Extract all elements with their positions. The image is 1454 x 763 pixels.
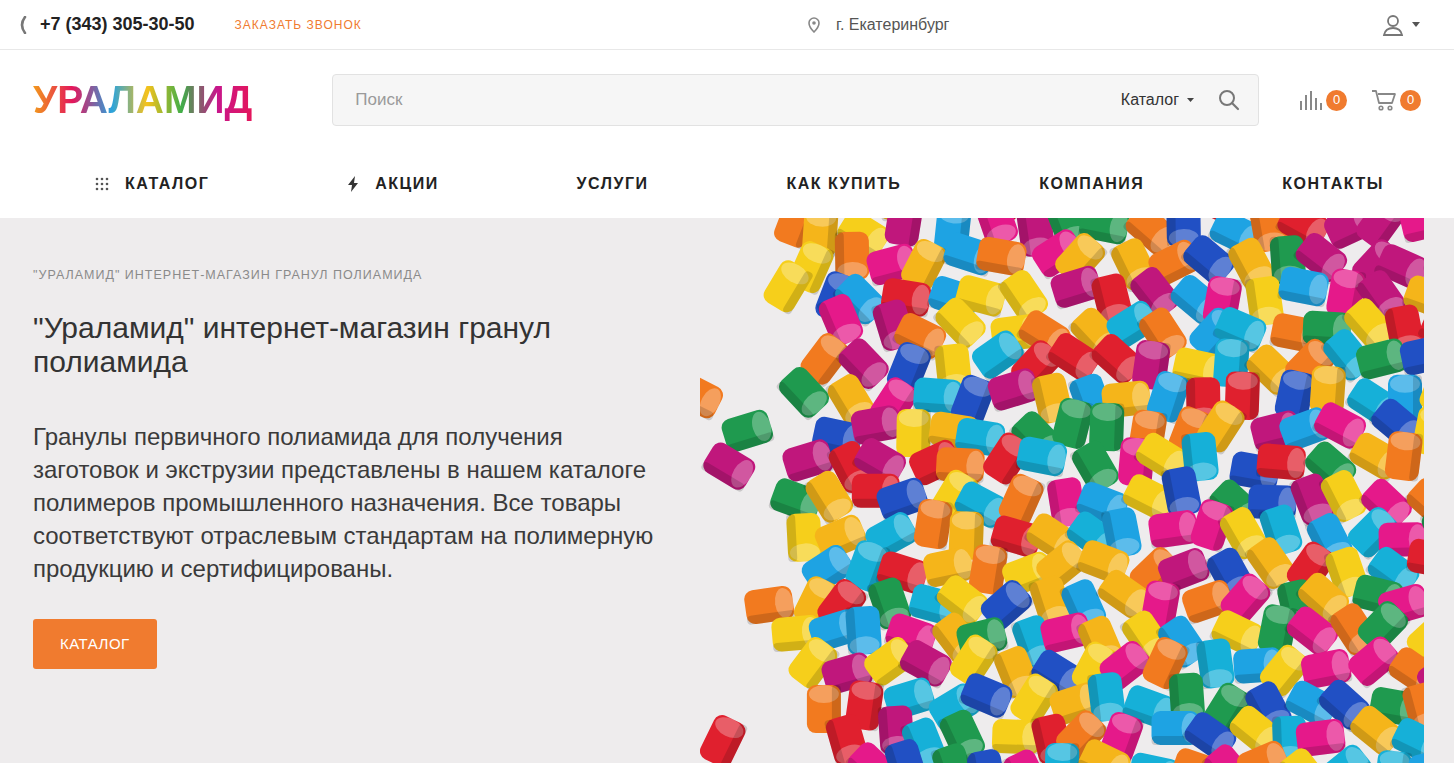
- header: УРАЛАМИД Каталог 0 0: [0, 50, 1454, 150]
- lightning-icon: [347, 176, 359, 192]
- city-name[interactable]: г. Екатеринбург: [836, 13, 949, 37]
- cart-count: 0: [1400, 90, 1421, 111]
- granule: [913, 498, 954, 551]
- search-icon[interactable]: [1218, 89, 1240, 111]
- granule: [700, 712, 749, 763]
- granule: [845, 605, 882, 655]
- granule: [760, 257, 814, 316]
- compare-button[interactable]: 0: [1299, 89, 1347, 111]
- granule: [775, 363, 833, 421]
- nav-label[interactable]: КАК КУПИТЬ: [786, 172, 901, 196]
- logo[interactable]: УРАЛАМИД: [33, 79, 252, 122]
- granule: [1398, 218, 1424, 244]
- nav-label[interactable]: КАТАЛОГ: [125, 172, 209, 196]
- top-bar: +7 (343) 305-30-50 ЗАКАЗАТЬ ЗВОНОК г. Ек…: [0, 0, 1454, 50]
- caret-icon: [1412, 22, 1420, 27]
- granule: [1373, 749, 1413, 763]
- cart-button[interactable]: 0: [1371, 89, 1421, 111]
- granule: [700, 439, 759, 493]
- hero-text: "УРАЛАМИД" ИНТЕРНЕТ-МАГАЗИН ГРАНУЛ ПОЛИА…: [0, 218, 700, 763]
- granule: [932, 294, 990, 352]
- hero-description: Гранулы первичного полиамида для получен…: [33, 420, 673, 585]
- granule: [1423, 238, 1424, 281]
- granule: [1015, 435, 1069, 478]
- nav-label[interactable]: КОНТАКТЫ: [1282, 172, 1384, 196]
- phone-number[interactable]: +7 (343) 305-30-50: [40, 11, 195, 38]
- granule: [1256, 443, 1307, 481]
- granule: [700, 369, 726, 421]
- granule: [1075, 736, 1133, 763]
- grid-icon: [95, 177, 109, 191]
- nav-label[interactable]: АКЦИИ: [375, 172, 439, 196]
- hero-eyebrow: "УРАЛАМИД" ИНТЕРНЕТ-МАГАЗИН ГРАНУЛ ПОЛИА…: [33, 266, 700, 285]
- granule: [1000, 746, 1052, 763]
- nav-item[interactable]: КАК КУПИТЬ: [786, 172, 901, 196]
- granule: [1276, 745, 1332, 763]
- granule: [1147, 509, 1199, 549]
- granule: [1045, 743, 1080, 763]
- granule: [1405, 537, 1424, 579]
- granule: [1407, 746, 1424, 763]
- granule: [1384, 430, 1424, 482]
- hero-title: "Ураламид" интернет-магазин гранул полиа…: [33, 311, 653, 380]
- nav-label[interactable]: КОМПАНИЯ: [1039, 172, 1144, 196]
- user-menu[interactable]: [1382, 14, 1420, 36]
- user-icon: [1382, 14, 1404, 36]
- search-scope[interactable]: Каталог: [1121, 88, 1194, 112]
- catalog-button[interactable]: КАТАЛОГ: [33, 619, 157, 669]
- granule: [1277, 265, 1331, 308]
- granule: [1316, 741, 1375, 763]
- compare-chart-icon: [1299, 89, 1323, 111]
- phone-icon: [18, 16, 28, 34]
- granule: [1354, 337, 1409, 382]
- cart-icon: [1371, 89, 1397, 111]
- granules-photo: [700, 218, 1454, 763]
- granule: [850, 404, 903, 446]
- granule: [883, 737, 930, 763]
- search-scope-label[interactable]: Каталог: [1121, 88, 1179, 112]
- nav-item[interactable]: АКЦИИ: [347, 172, 439, 196]
- location-pin-icon: [808, 17, 820, 33]
- granule: [966, 748, 1009, 763]
- city-selector[interactable]: г. Екатеринбург: [808, 13, 949, 37]
- compare-count: 0: [1326, 90, 1347, 111]
- nav-item[interactable]: КАТАЛОГ: [95, 172, 209, 196]
- nav-item[interactable]: КОНТАКТЫ: [1282, 172, 1384, 196]
- granules-image: [700, 218, 1424, 763]
- callback-link[interactable]: ЗАКАЗАТЬ ЗВОНОК: [235, 16, 362, 34]
- search-input[interactable]: [353, 86, 1121, 114]
- nav-item[interactable]: УСЛУГИ: [577, 172, 649, 196]
- hero-banner: "УРАЛАМИД" ИНТЕРНЕТ-МАГАЗИН ГРАНУЛ ПОЛИА…: [0, 218, 1454, 763]
- granule: [1160, 465, 1203, 519]
- granule: [1234, 738, 1291, 763]
- nav-label[interactable]: УСЛУГИ: [577, 172, 649, 196]
- header-actions: 0 0: [1299, 89, 1421, 111]
- main-menu: КАТАЛОГ АКЦИИ УСЛУГИ КАК КУПИТЬ КОМПАНИЯ КОНТ…: [0, 150, 1454, 218]
- granule: [1127, 751, 1181, 763]
- nav-item[interactable]: КОМПАНИЯ: [1039, 172, 1144, 196]
- granule: [1398, 334, 1424, 377]
- caret-icon: [1187, 98, 1194, 102]
- search-bar: Каталог: [332, 74, 1259, 126]
